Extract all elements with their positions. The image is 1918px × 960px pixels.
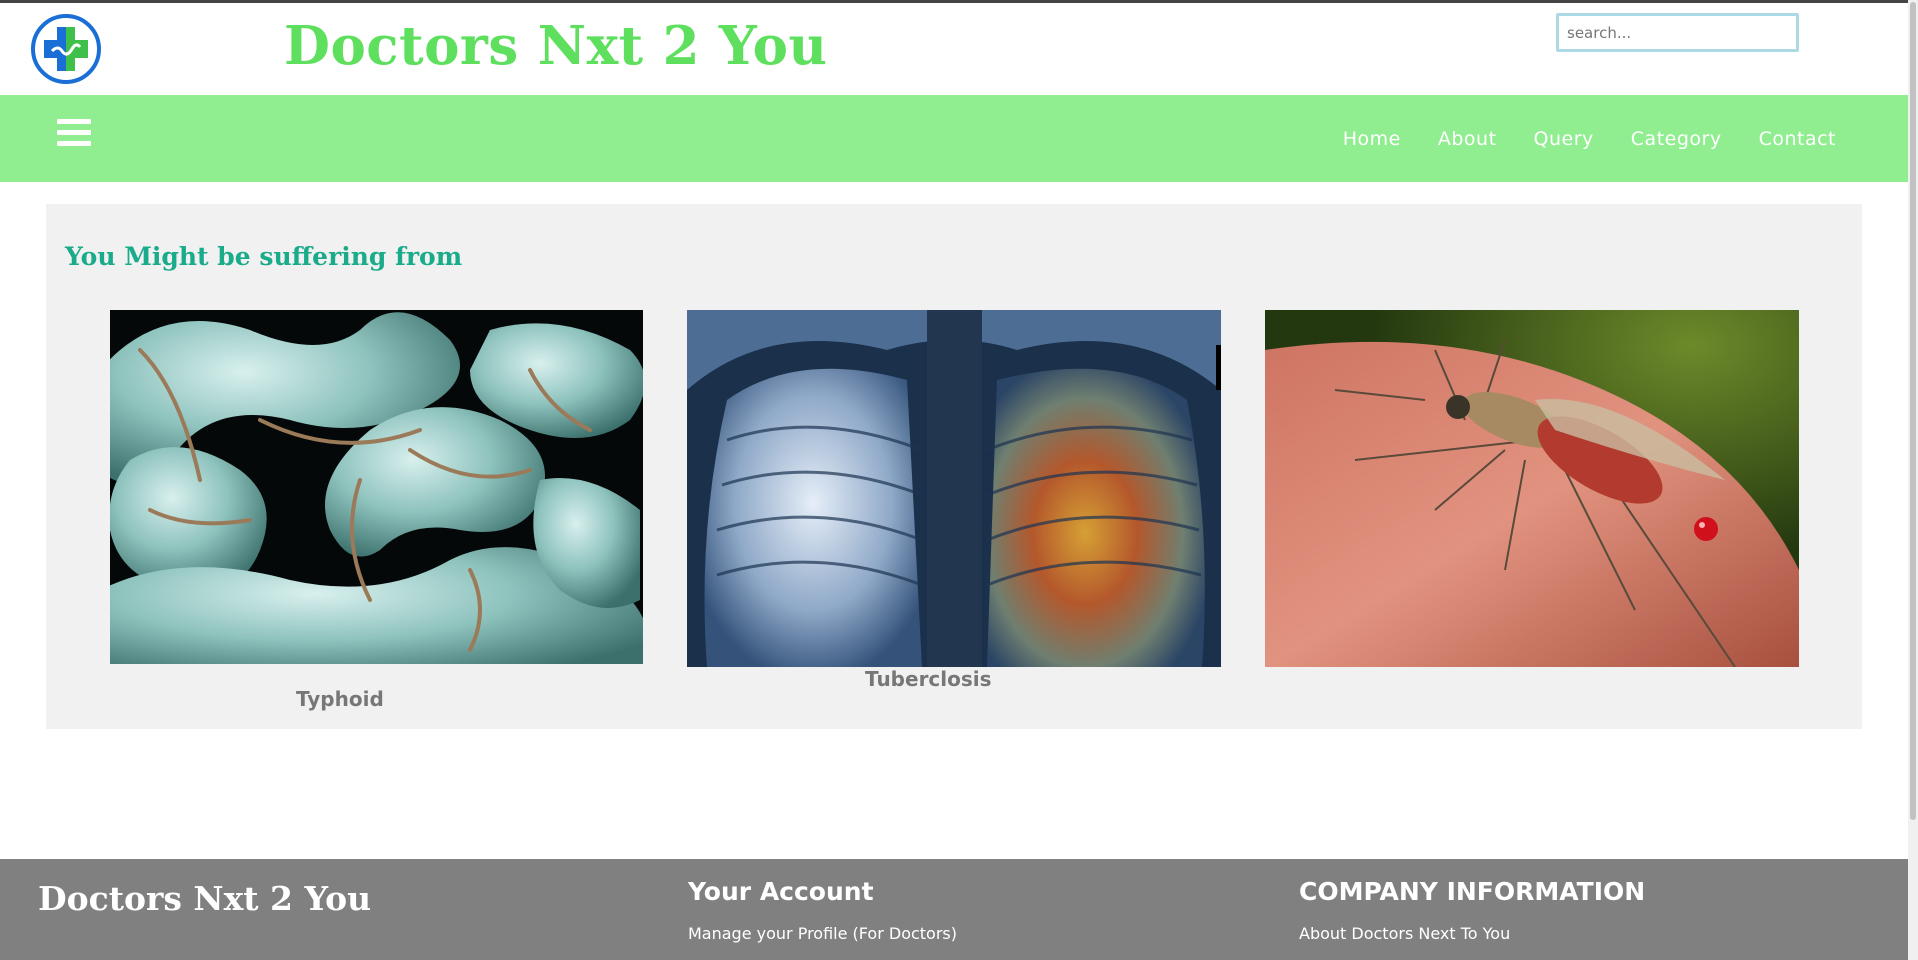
nav-item-contact[interactable]: Contact — [1759, 128, 1836, 150]
card-label-tuberculosis: Tuberclosis — [865, 667, 992, 691]
disease-suggestions-panel: You Might be suffering from Typhoid Tube… — [46, 204, 1862, 729]
footer-company-heading: COMPANY INFORMATION — [1299, 877, 1646, 906]
nav-item-about[interactable]: About — [1438, 128, 1497, 150]
scrollbar-thumb[interactable] — [1910, 2, 1916, 820]
medical-cross-logo-icon[interactable] — [30, 13, 102, 85]
footer-account-column: Your Account Manage your Profile (For Do… — [688, 877, 957, 952]
page-scrollbar[interactable] — [1908, 0, 1918, 960]
footer-link-about[interactable]: About Doctors Next To You — [1299, 924, 1645, 943]
card-label-typhoid: Typhoid — [296, 687, 384, 711]
hamburger-menu-icon[interactable] — [57, 119, 91, 147]
nav-item-category[interactable]: Category — [1631, 128, 1722, 150]
tuberculosis-image[interactable] — [687, 310, 1221, 667]
footer-link-manage-profile[interactable]: Manage your Profile (For Doctors) — [688, 924, 957, 943]
malaria-mosquito-image[interactable] — [1265, 310, 1799, 667]
site-header: Doctors Nxt 2 You — [0, 0, 1908, 95]
nav-item-home[interactable]: Home — [1343, 128, 1401, 150]
site-footer: Doctors Nxt 2 You Your Account Manage yo… — [0, 859, 1908, 960]
footer-brand: Doctors Nxt 2 You — [38, 879, 372, 918]
footer-company-column: COMPANY INFORMATION About Doctors Next T… — [1299, 877, 1645, 952]
typhoid-image[interactable] — [110, 310, 643, 664]
search-input[interactable] — [1556, 13, 1799, 52]
section-heading: You Might be suffering from — [65, 242, 463, 271]
nav-item-query[interactable]: Query — [1534, 128, 1594, 150]
main-navbar: Home About Query Category Contact — [0, 95, 1908, 182]
site-title: Doctors Nxt 2 You — [284, 15, 828, 77]
footer-account-heading: Your Account — [688, 877, 874, 906]
nav-links: Home About Query Category Contact — [1306, 95, 1836, 182]
